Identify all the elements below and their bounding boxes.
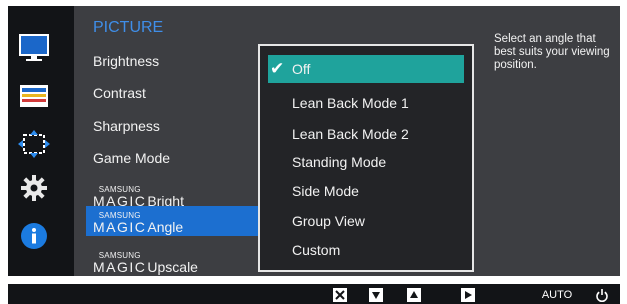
menu-item-label: Contrast [93,85,146,101]
brand-big-text: MAGIC [93,219,147,235]
magic-upscale-label: SAMSUNG MAGIC Upscale [93,252,198,275]
close-icon [333,288,347,302]
auto-button[interactable]: AUTO [540,288,574,302]
menu-item-brightness[interactable]: Brightness [93,52,159,70]
up-button[interactable] [407,288,421,302]
arrow-right-icon [461,288,475,302]
menu-item-sharpness[interactable]: Sharpness [93,117,160,135]
arrow-up-icon [407,288,421,302]
menu-item-label: Upscale [147,259,198,275]
checkmark-icon: ✔ [270,59,285,78]
auto-button-label: AUTO [541,289,573,301]
menu-item-label: Brightness [93,53,160,69]
down-button[interactable] [369,288,383,302]
menu-item-contrast[interactable]: Contrast [93,84,146,102]
enter-button[interactable] [461,288,475,302]
settings-gear-icon[interactable] [18,173,50,203]
magic-angle-label: SAMSUNG MAGIC Angle [93,212,184,235]
submenu-item-group-view[interactable]: Group View [292,213,365,229]
submenu-item-lean-back-1[interactable]: Lean Back Mode 1 [292,95,409,111]
submenu-item-label: Off [292,61,311,77]
power-icon [596,289,608,302]
submenu-item-off[interactable]: ✔ Off [268,55,464,83]
menu-title: PICTURE [93,19,164,36]
submenu-item-lean-back-2[interactable]: Lean Back Mode 2 [292,126,409,142]
arrow-down-icon [369,288,383,302]
submenu-item-custom[interactable]: Custom [292,242,340,258]
menu-item-label: Sharpness [93,118,160,134]
menu-item-magic-upscale[interactable]: SAMSUNG MAGIC Upscale [93,244,198,275]
menu-item-magic-bright[interactable]: SAMSUNG MAGIC Bright [93,178,184,209]
power-button[interactable] [595,288,609,302]
picture-icon[interactable] [18,33,50,63]
magic-bright-label: SAMSUNG MAGIC Bright [93,186,184,209]
menu-item-label: Angle [147,219,184,235]
brand-big-text: MAGIC [93,259,147,275]
help-text: Select an angle that best suits your vie… [494,33,610,71]
info-icon[interactable] [18,221,50,251]
submenu-item-side[interactable]: Side Mode [292,183,359,199]
menu-item-magic-angle[interactable]: SAMSUNG MAGIC Angle [86,206,260,236]
submenu-item-standing[interactable]: Standing Mode [292,154,386,170]
menu-item-label: Game Mode [93,150,171,166]
color-icon[interactable] [18,81,50,111]
size-position-icon[interactable] [18,129,50,159]
control-button-bar [8,284,620,304]
close-button[interactable] [333,288,347,302]
menu-item-game-mode[interactable]: Game Mode [93,149,170,167]
